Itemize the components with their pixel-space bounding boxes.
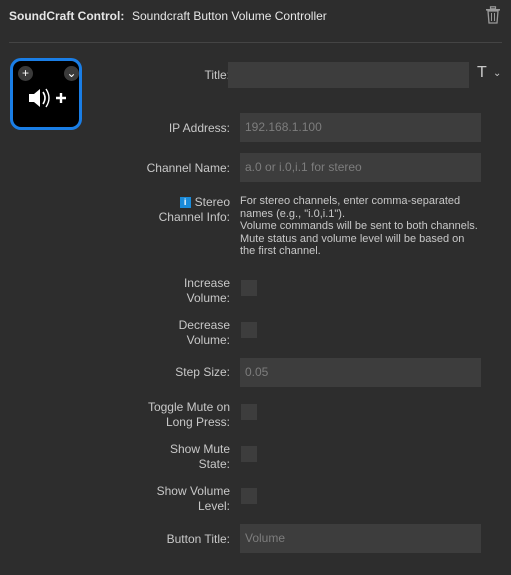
ip-address-label: IP Address: bbox=[168, 121, 230, 135]
stereo-info-text: For stereo channels, enter comma-separat… bbox=[240, 195, 478, 257]
decrease-volume-checkbox[interactable] bbox=[241, 322, 257, 338]
show-mute-state-checkbox[interactable] bbox=[241, 446, 257, 462]
action-name: Soundcraft Button Volume Controller bbox=[132, 9, 327, 23]
toggle-mute-label: Toggle Mute on Long Press: bbox=[147, 400, 230, 429]
chevron-down-icon[interactable]: ⌄ bbox=[493, 68, 501, 79]
ip-address-input[interactable] bbox=[240, 113, 481, 142]
show-mute-state-label: Show Mute State: bbox=[169, 442, 230, 471]
key-preview[interactable]: + ⌄ bbox=[10, 58, 82, 130]
stereo-info-label: i Stereo Channel Info: bbox=[158, 195, 230, 224]
title-input[interactable] bbox=[228, 62, 469, 88]
toggle-mute-checkbox[interactable] bbox=[241, 404, 257, 420]
info-icon: i bbox=[179, 197, 191, 209]
plugin-name: SoundCraft Control: bbox=[9, 9, 125, 23]
inspector-header: SoundCraft Control: Soundcraft Button Vo… bbox=[0, 0, 511, 42]
increase-volume-label: Increase Volume: bbox=[183, 276, 230, 305]
step-size-input[interactable] bbox=[240, 358, 481, 387]
show-volume-level-label: Show Volume Level: bbox=[156, 484, 230, 513]
title-label: Title: bbox=[204, 68, 230, 82]
header-divider bbox=[9, 42, 502, 43]
show-volume-level-checkbox[interactable] bbox=[241, 488, 257, 504]
channel-name-input[interactable] bbox=[240, 153, 481, 182]
button-title-input[interactable] bbox=[240, 524, 481, 553]
speaker-volume-up-icon bbox=[29, 88, 66, 108]
trash-icon[interactable] bbox=[485, 6, 501, 24]
button-title-label: Button Title: bbox=[166, 532, 230, 546]
increase-volume-checkbox[interactable] bbox=[241, 280, 257, 296]
channel-name-label: Channel Name: bbox=[146, 161, 230, 175]
state-menu-button[interactable]: ⌄ bbox=[64, 66, 79, 81]
decrease-volume-label: Decrease Volume: bbox=[178, 318, 230, 347]
add-state-button[interactable]: + bbox=[18, 66, 33, 81]
step-size-label: Step Size: bbox=[175, 365, 230, 379]
title-format-button[interactable]: T bbox=[477, 64, 487, 82]
